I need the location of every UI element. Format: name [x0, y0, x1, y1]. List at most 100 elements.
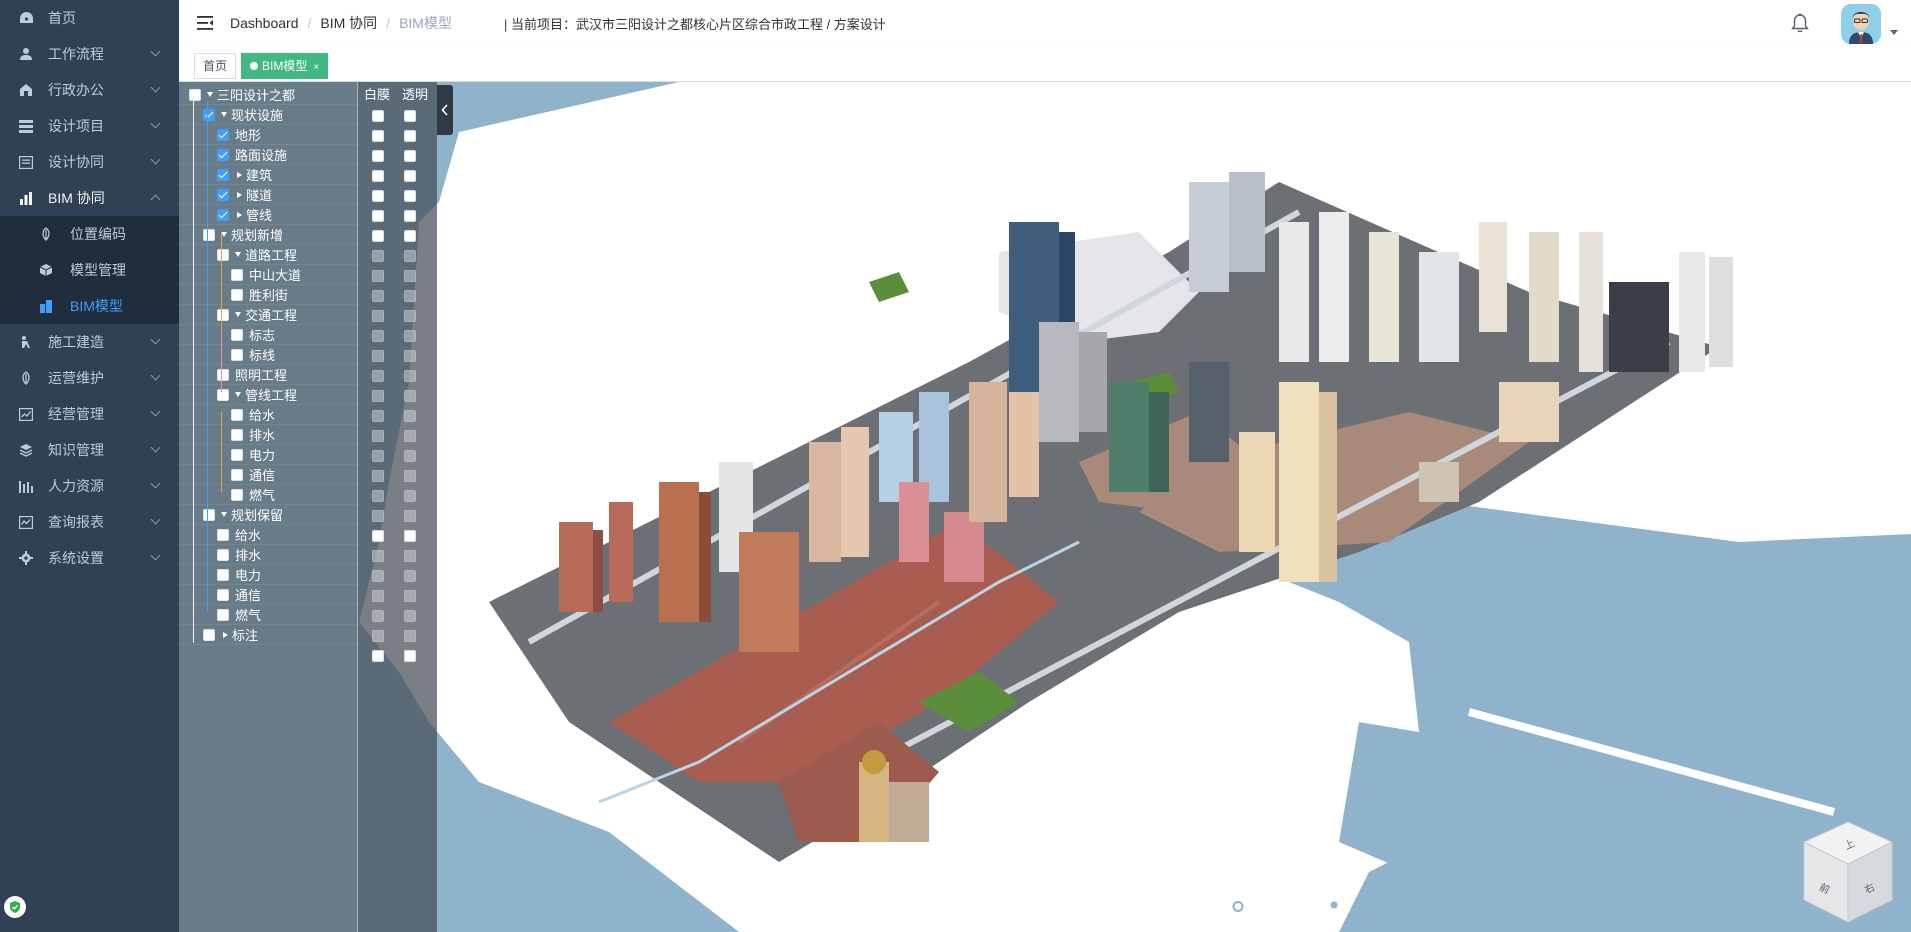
white-mode-checkbox[interactable]: [372, 390, 384, 402]
tree-node[interactable]: 通信: [179, 585, 357, 605]
tree-checkbox[interactable]: [217, 548, 229, 561]
tree-node[interactable]: 三阳设计之都: [179, 85, 357, 105]
sidebar-item[interactable]: 位置编码: [0, 216, 179, 252]
white-mode-checkbox[interactable]: [372, 410, 384, 422]
tree-checkbox[interactable]: [217, 208, 229, 221]
sidebar-item[interactable]: 工作流程: [0, 36, 179, 72]
white-mode-checkbox[interactable]: [372, 210, 384, 222]
list-icon[interactable]: [1175, 890, 1205, 920]
transparent-mode-checkbox[interactable]: [404, 510, 416, 522]
tree-node[interactable]: 排水: [179, 425, 357, 445]
tree-node[interactable]: 标注: [179, 625, 357, 645]
tree-checkbox[interactable]: [217, 608, 229, 621]
close-icon[interactable]: ×: [313, 62, 319, 73]
caret-right-icon[interactable]: [237, 211, 242, 218]
tree-node[interactable]: 管线: [179, 205, 357, 225]
white-mode-checkbox[interactable]: [372, 510, 384, 522]
white-mode-checkbox[interactable]: [372, 230, 384, 242]
white-mode-checkbox[interactable]: [372, 650, 384, 662]
transparent-mode-checkbox[interactable]: [404, 230, 416, 242]
sidebar-item[interactable]: 运营维护: [0, 360, 179, 396]
white-mode-checkbox[interactable]: [372, 630, 384, 642]
tree-checkbox[interactable]: [217, 248, 229, 261]
tree-node[interactable]: 通信: [179, 465, 357, 485]
white-mode-checkbox[interactable]: [372, 530, 384, 542]
tree-checkbox[interactable]: [217, 168, 229, 181]
tag-home[interactable]: 首页: [194, 53, 237, 79]
sidebar-item[interactable]: 经营管理: [0, 396, 179, 432]
tree-checkbox[interactable]: [217, 528, 229, 541]
tree-node[interactable]: 规划新增: [179, 225, 357, 245]
transparent-mode-checkbox[interactable]: [404, 270, 416, 282]
fullscreen-icon[interactable]: [1271, 890, 1301, 920]
bell-icon[interactable]: [1789, 12, 1811, 34]
collapse-panel-button[interactable]: [437, 85, 453, 135]
transparent-mode-checkbox[interactable]: [404, 650, 416, 662]
tag-bim-model[interactable]: BIM模型 ×: [241, 53, 329, 79]
white-mode-checkbox[interactable]: [372, 190, 384, 202]
transparent-mode-checkbox[interactable]: [404, 450, 416, 462]
caret-right-icon[interactable]: [237, 191, 242, 198]
sidebar-item[interactable]: 查询报表: [0, 504, 179, 540]
sidebar-item[interactable]: 施工建造: [0, 324, 179, 360]
white-mode-checkbox[interactable]: [372, 310, 384, 322]
transparent-mode-checkbox[interactable]: [404, 410, 416, 422]
transparent-mode-checkbox[interactable]: [404, 250, 416, 262]
tree-checkbox[interactable]: [231, 488, 243, 501]
tree-checkbox[interactable]: [231, 408, 243, 421]
caret-down-icon[interactable]: [235, 312, 241, 317]
tree-node[interactable]: 电力: [179, 445, 357, 465]
tree-checkbox[interactable]: [217, 148, 229, 161]
tree-checkbox[interactable]: [217, 388, 229, 401]
tree-node[interactable]: 胜利街: [179, 285, 357, 305]
sidebar-item[interactable]: BIM 协同: [0, 180, 179, 216]
sidebar-item[interactable]: 首页: [0, 0, 179, 36]
tree-node[interactable]: 中山大道: [179, 265, 357, 285]
white-mode-checkbox[interactable]: [372, 610, 384, 622]
tree-checkbox[interactable]: [217, 568, 229, 581]
tree-checkbox[interactable]: [231, 428, 243, 441]
tree-node[interactable]: 燃气: [179, 485, 357, 505]
sidebar-item[interactable]: 行政办公: [0, 72, 179, 108]
white-mode-checkbox[interactable]: [372, 450, 384, 462]
white-mode-checkbox[interactable]: [372, 570, 384, 582]
tree-checkbox[interactable]: [189, 88, 201, 101]
transparent-mode-checkbox[interactable]: [404, 110, 416, 122]
tree-checkbox[interactable]: [231, 288, 243, 301]
transparent-mode-checkbox[interactable]: [404, 630, 416, 642]
caret-down-icon[interactable]: [235, 252, 241, 257]
transparent-mode-checkbox[interactable]: [404, 210, 416, 222]
tree-node[interactable]: 标志: [179, 325, 357, 345]
sidebar-item[interactable]: 设计项目: [0, 108, 179, 144]
tree-node[interactable]: 给水: [179, 405, 357, 425]
transparent-mode-checkbox[interactable]: [404, 530, 416, 542]
hamburger-icon[interactable]: [194, 12, 216, 34]
tree-node[interactable]: 隧道: [179, 185, 357, 205]
caret-down-icon[interactable]: [207, 92, 213, 97]
white-mode-checkbox[interactable]: [372, 270, 384, 282]
white-mode-checkbox[interactable]: [372, 110, 384, 122]
tree-checkbox[interactable]: [231, 268, 243, 281]
white-mode-checkbox[interactable]: [372, 150, 384, 162]
tree-checkbox[interactable]: [217, 188, 229, 201]
tree-node[interactable]: 照明工程: [179, 365, 357, 385]
transparent-mode-checkbox[interactable]: [404, 310, 416, 322]
white-mode-checkbox[interactable]: [372, 250, 384, 262]
settings-icon[interactable]: [1319, 890, 1349, 920]
tree-checkbox[interactable]: [217, 128, 229, 141]
tree-node[interactable]: 路面设施: [179, 145, 357, 165]
sidebar-item[interactable]: BIM模型: [0, 288, 179, 324]
white-mode-checkbox[interactable]: [372, 350, 384, 362]
transparent-mode-checkbox[interactable]: [404, 590, 416, 602]
tree-node[interactable]: 建筑: [179, 165, 357, 185]
caret-right-icon[interactable]: [223, 631, 228, 638]
caret-down-icon[interactable]: [1890, 30, 1898, 35]
tree-node[interactable]: 道路工程: [179, 245, 357, 265]
tree-node[interactable]: 地形: [179, 125, 357, 145]
tree-checkbox[interactable]: [231, 348, 243, 361]
white-mode-checkbox[interactable]: [372, 130, 384, 142]
white-mode-checkbox[interactable]: [372, 590, 384, 602]
avatar[interactable]: [1841, 4, 1881, 44]
tree-node[interactable]: 燃气: [179, 605, 357, 625]
tree-checkbox[interactable]: [203, 508, 215, 521]
